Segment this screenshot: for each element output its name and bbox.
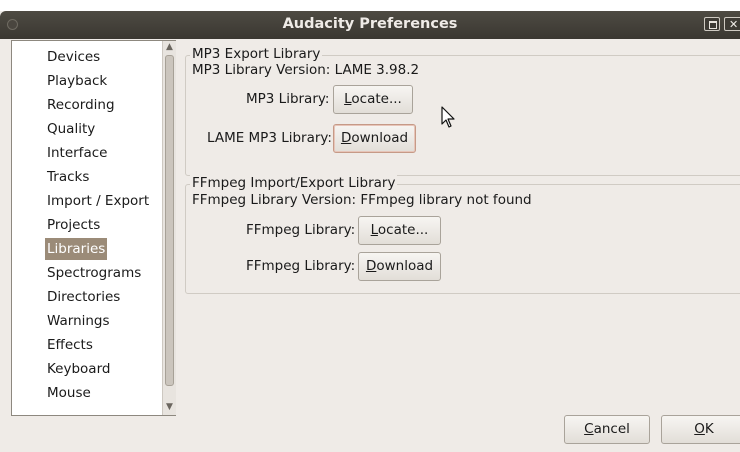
sidebar-item-playback[interactable]: Playback	[45, 70, 109, 92]
sidebar-item-recording[interactable]: Recording	[45, 94, 117, 116]
ffmpeg-library-label: FFmpeg Library:	[246, 222, 356, 238]
mp3-library-label: MP3 Library:	[246, 91, 330, 107]
mp3-download-button[interactable]: Download	[333, 124, 416, 153]
preferences-window: Audacity Preferences ✕ Devices Playback …	[0, 11, 740, 452]
mp3-library-version: MP3 Library Version: LAME 3.98.2	[192, 62, 420, 78]
ffmpeg-library-version: FFmpeg Library Version: FFmpeg library n…	[192, 192, 532, 208]
chevron-down-icon[interactable]: ▼	[163, 401, 176, 414]
scrollbar-thumb[interactable]	[165, 55, 174, 386]
ffmpeg-library-group: FFmpeg Import/Export Library FFmpeg Libr…	[185, 175, 740, 294]
ok-button[interactable]: OK	[661, 415, 740, 444]
sidebar-item-spectrograms[interactable]: Spectrograms	[45, 262, 143, 284]
mp3-export-library-group: MP3 Export Library MP3 Library Version: …	[185, 46, 740, 176]
sidebar-item-directories[interactable]: Directories	[45, 286, 122, 308]
sidebar-item-projects[interactable]: Projects	[45, 214, 102, 236]
sidebar-item-libraries[interactable]: Libraries	[45, 238, 108, 260]
ffmpeg-library-label-2: FFmpeg Library:	[246, 258, 356, 274]
close-icon[interactable]: ✕	[724, 17, 740, 31]
sidebar-item-quality[interactable]: Quality	[45, 118, 97, 140]
mp3-group-title: MP3 Export Library	[190, 46, 323, 62]
mouse-pointer-icon	[441, 106, 455, 128]
lame-mp3-library-label: LAME MP3 Library:	[207, 130, 332, 146]
title-bar[interactable]: Audacity Preferences ✕	[0, 11, 740, 39]
sidebar-item-keyboard[interactable]: Keyboard	[45, 358, 112, 380]
sidebar-item-devices[interactable]: Devices	[45, 46, 102, 68]
ffmpeg-locate-button[interactable]: Locate...	[358, 216, 441, 245]
sidebar-item-tracks[interactable]: Tracks	[45, 166, 91, 188]
preferences-category-list[interactable]: Devices Playback Recording Quality Inter…	[11, 40, 176, 416]
maximize-icon[interactable]	[704, 17, 720, 31]
sidebar-scrollbar[interactable]: ▲ ▼	[162, 41, 176, 415]
sidebar-item-effects[interactable]: Effects	[45, 334, 95, 356]
chevron-up-icon[interactable]: ▲	[163, 41, 176, 54]
sidebar-item-interface[interactable]: Interface	[45, 142, 109, 164]
ffmpeg-download-button[interactable]: Download	[358, 252, 441, 281]
cancel-button[interactable]: Cancel	[564, 415, 650, 444]
sidebar-item-warnings[interactable]: Warnings	[45, 310, 112, 332]
window-title: Audacity Preferences	[282, 16, 458, 32]
sidebar-item-mouse[interactable]: Mouse	[45, 382, 93, 404]
ffmpeg-group-title: FFmpeg Import/Export Library	[190, 175, 398, 191]
mp3-locate-button[interactable]: Locate...	[333, 85, 413, 114]
sidebar-item-import-export[interactable]: Import / Export	[45, 190, 151, 212]
